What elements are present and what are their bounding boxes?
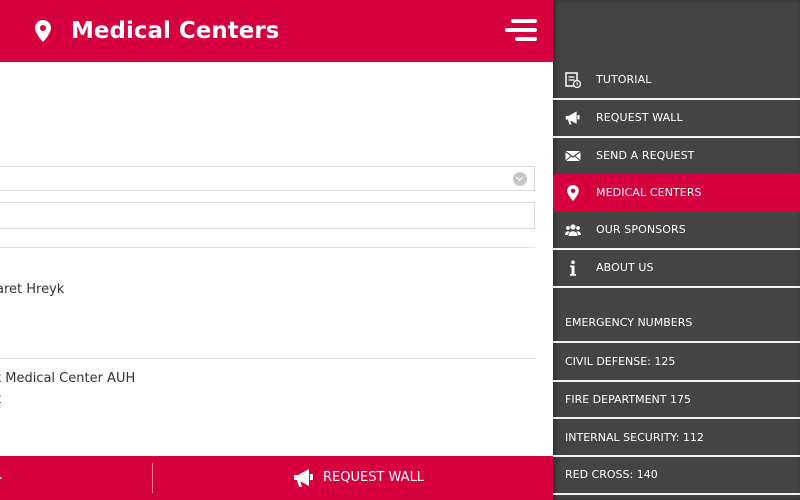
emergency-item-internal-security[interactable]: INTERNAL SECURITY: 112 bbox=[553, 419, 800, 455]
list-divider bbox=[0, 358, 535, 359]
main-content: Medical Centers aret Hreyk t Medical Cen… bbox=[0, 0, 553, 500]
drawer-item-about-us[interactable]: ABOUT US bbox=[553, 250, 800, 286]
emergency-item-red-cross[interactable]: RED CROSS: 140 bbox=[553, 457, 800, 493]
chevron-down-icon bbox=[513, 172, 527, 186]
drawer-item-label: ABOUT US bbox=[596, 261, 654, 274]
emergency-item-label: FIRE DEPARTMENT 175 bbox=[565, 393, 691, 406]
drawer-divider bbox=[553, 286, 800, 288]
emergency-numbers-heading: EMERGENCY NUMBERS bbox=[565, 316, 693, 329]
list-divider bbox=[0, 247, 535, 248]
drawer-item-tutorial[interactable]: TUTORIAL bbox=[553, 62, 800, 98]
map-pin-icon bbox=[565, 185, 581, 201]
drawer-item-label: MEDICAL CENTERS bbox=[596, 186, 702, 199]
bottom-tab-request-wall[interactable]: REQUEST WALL bbox=[153, 456, 553, 500]
drawer-item-medical-centers[interactable]: MEDICAL CENTERS bbox=[553, 174, 800, 212]
drawer-item-send-a-request[interactable]: SEND A REQUEST bbox=[553, 138, 800, 174]
caret-right-icon bbox=[0, 474, 2, 482]
envelope-icon bbox=[565, 148, 581, 164]
list-item-detail: t bbox=[0, 392, 1, 407]
megaphone-icon bbox=[565, 110, 581, 126]
search-input[interactable] bbox=[0, 202, 535, 229]
users-icon bbox=[565, 222, 581, 238]
drawer-item-label: TUTORIAL bbox=[596, 73, 652, 86]
info-icon bbox=[565, 260, 581, 276]
emergency-item-label: CIVIL DEFENSE: 125 bbox=[565, 355, 676, 368]
bottom-tab-left[interactable] bbox=[0, 456, 152, 500]
top-app-bar: Medical Centers bbox=[0, 0, 553, 62]
drawer-item-label: OUR SPONSORS bbox=[596, 223, 686, 236]
list-item-name: aret Hreyk bbox=[0, 282, 65, 297]
list-item-name: t Medical Center AUH bbox=[0, 371, 136, 386]
emergency-item-fire-department[interactable]: FIRE DEPARTMENT 175 bbox=[553, 382, 800, 418]
emergency-item-label: INTERNAL SECURITY: 112 bbox=[565, 431, 704, 444]
tutorial-icon bbox=[565, 72, 582, 89]
drawer-item-label: SEND A REQUEST bbox=[596, 149, 695, 162]
navigation-drawer: TUTORIAL REQUEST WALL SEND A REQUEST MED… bbox=[553, 0, 800, 500]
map-pin-icon bbox=[35, 20, 51, 42]
drawer-divider bbox=[553, 493, 800, 495]
emergency-item-label: RED CROSS: 140 bbox=[565, 468, 658, 481]
medical-center-category-select[interactable] bbox=[0, 166, 535, 191]
bottom-tab-label: REQUEST WALL bbox=[323, 470, 425, 485]
megaphone-icon bbox=[293, 468, 315, 488]
drawer-item-our-sponsors[interactable]: OUR SPONSORS bbox=[553, 212, 800, 248]
drawer-item-label: REQUEST WALL bbox=[596, 111, 683, 124]
hamburger-menu-icon[interactable] bbox=[503, 18, 539, 44]
emergency-item-civil-defense[interactable]: CIVIL DEFENSE: 125 bbox=[553, 343, 800, 379]
page-title: Medical Centers bbox=[71, 18, 280, 44]
drawer-item-request-wall[interactable]: REQUEST WALL bbox=[553, 100, 800, 136]
